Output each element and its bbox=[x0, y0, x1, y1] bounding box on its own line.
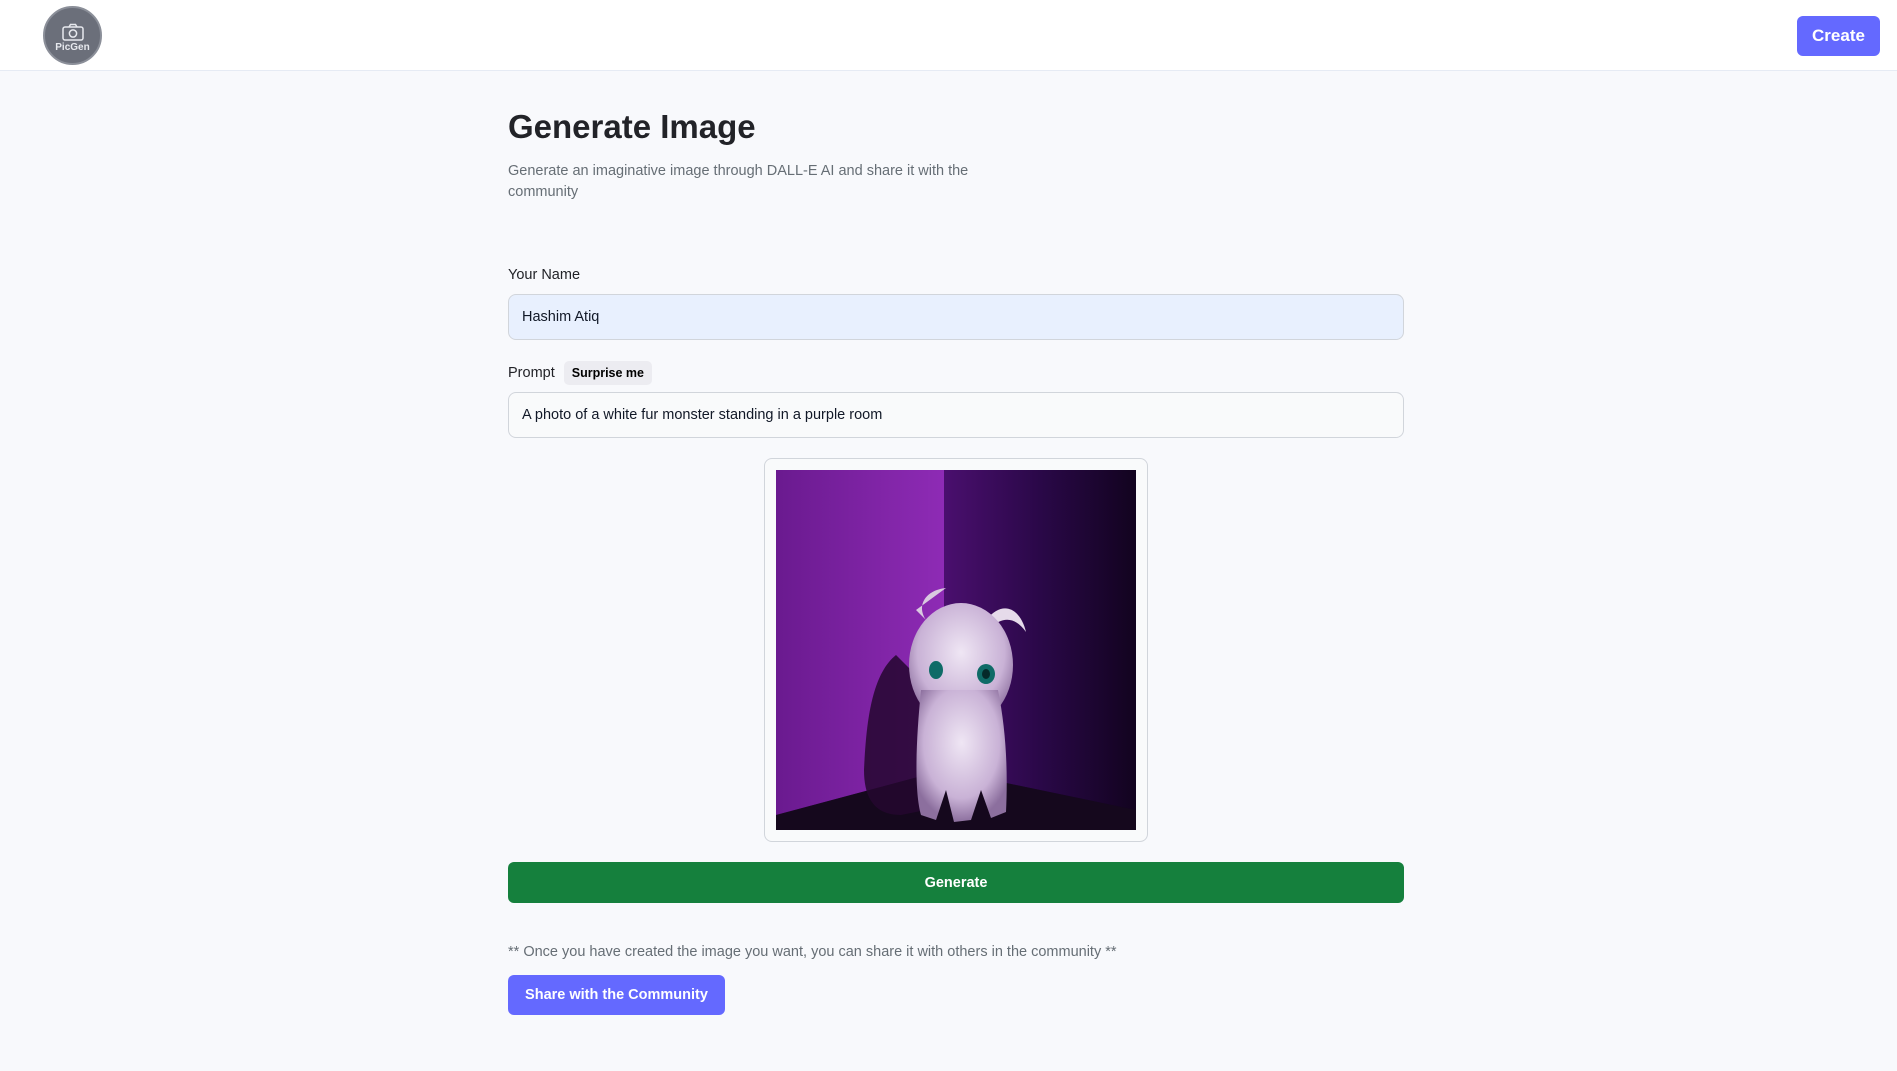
image-preview-frame bbox=[764, 458, 1148, 842]
generated-image bbox=[776, 470, 1136, 830]
share-with-community-button[interactable]: Share with the Community bbox=[508, 975, 725, 1015]
surprise-me-button[interactable]: Surprise me bbox=[563, 361, 653, 385]
picgen-logo[interactable]: PicGen bbox=[43, 6, 102, 65]
logo-text: PicGen bbox=[55, 41, 90, 53]
generate-button[interactable]: Generate bbox=[508, 862, 1404, 903]
page-title: Generate Image bbox=[508, 108, 756, 145]
prompt-label: Prompt bbox=[508, 365, 555, 381]
create-button[interactable]: Create bbox=[1797, 16, 1880, 56]
name-input[interactable] bbox=[508, 294, 1404, 340]
prompt-label-row: Prompt Surprise me bbox=[508, 361, 653, 385]
top-header: PicGen Create bbox=[0, 0, 1897, 71]
camera-icon bbox=[61, 23, 84, 41]
share-note: ** Once you have created the image you w… bbox=[508, 944, 1117, 960]
prompt-input[interactable] bbox=[508, 392, 1404, 438]
name-label: Your Name bbox=[508, 267, 581, 283]
name-label-row: Your Name bbox=[508, 267, 580, 283]
page-subtitle: Generate an imaginative image through DA… bbox=[508, 163, 969, 200]
